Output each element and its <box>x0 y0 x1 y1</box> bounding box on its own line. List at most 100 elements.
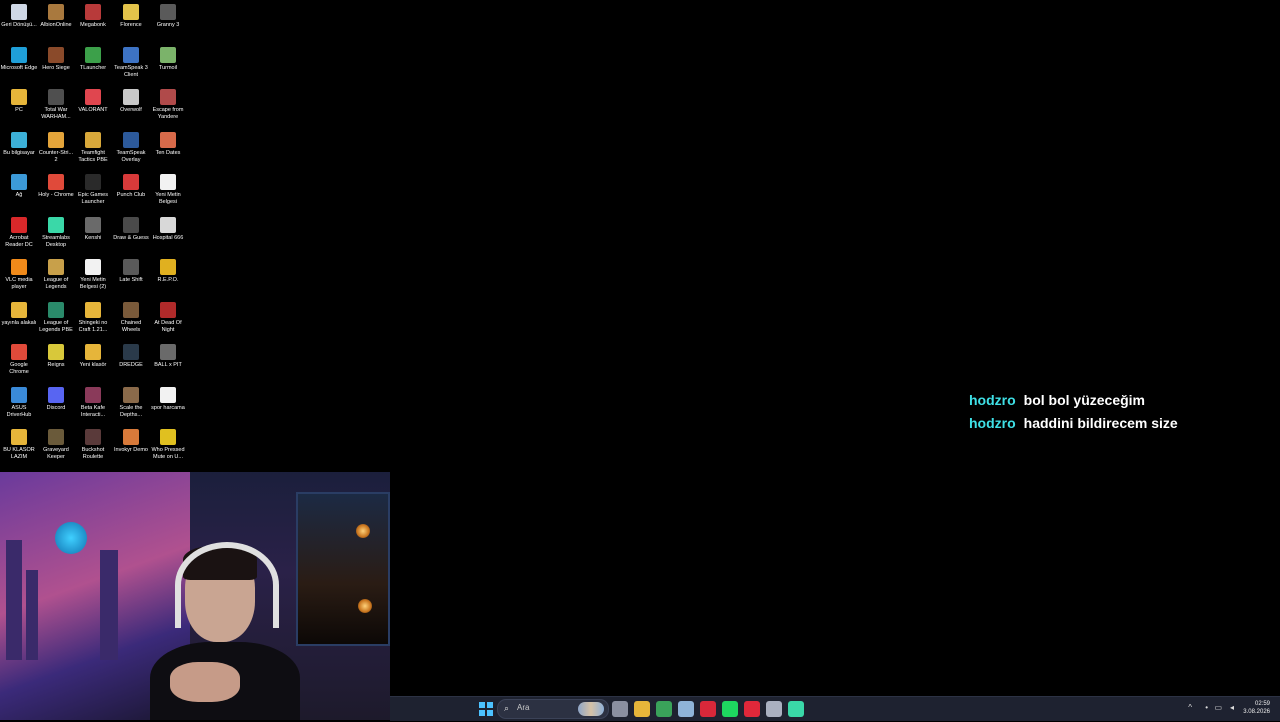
app-icon <box>160 4 176 20</box>
desktop-icon[interactable]: Geri Dönüşü... <box>0 0 38 29</box>
chevron-up-icon[interactable]: ^ <box>1188 703 1192 712</box>
app-icon <box>48 301 64 318</box>
desktop-icon[interactable]: Microsoft Edge <box>0 43 38 72</box>
desktop-icon[interactable]: PC <box>0 85 38 114</box>
desktop-icon[interactable]: Acrobat Reader DC <box>0 213 38 249</box>
desktop-icon[interactable]: Epic Games Launcher <box>74 170 112 206</box>
desktop-icon[interactable]: Yeni klasör <box>74 340 112 369</box>
desktop-icon[interactable]: Yeni Metin Belgesi <box>149 170 187 206</box>
desktop-icon-label: Yeni Metin Belgesi (2) <box>79 277 107 290</box>
desktop-icon[interactable]: Turmoil <box>149 43 187 72</box>
desktop-icon[interactable]: Chained Wheels <box>112 298 150 334</box>
taskbar-app-streamlabs[interactable] <box>788 701 804 717</box>
desktop-icon[interactable]: Megabonk <box>74 0 112 29</box>
taskbar-app-spotify[interactable] <box>722 701 738 717</box>
taskbar-app-chrome[interactable] <box>656 701 672 717</box>
desktop-icon[interactable]: BU KLASÖR LAZIM <box>0 425 38 461</box>
desktop-icon[interactable]: Hero Siege <box>37 43 75 72</box>
app-icon <box>11 4 27 20</box>
desktop-icon[interactable]: Shingeki no Craft 1.21... <box>74 298 112 334</box>
taskbar-clock[interactable]: 02:59 3.08.2026 <box>1243 700 1270 716</box>
desktop-icon[interactable]: Scale the Depths... <box>112 383 150 419</box>
taskbar-app-red-app[interactable] <box>744 701 760 717</box>
desktop-icon[interactable]: Counter-Stri... 2 <box>37 128 75 164</box>
desktop-icon[interactable]: spor harcama <box>149 383 187 412</box>
desktop-icon[interactable]: Graveyard Keeper <box>37 425 75 461</box>
stream-chat-overlay: hodzro bol bol yüzeceğim hodzro haddini bi… <box>969 392 1269 438</box>
desktop-icon[interactable]: TeamSpeak 3 Client <box>112 43 150 79</box>
app-icon <box>11 89 27 105</box>
app-icon <box>48 46 64 63</box>
desktop-icon[interactable]: Google Chrome <box>0 340 38 376</box>
desktop-icon[interactable]: Florence <box>112 0 150 29</box>
desktop-icon[interactable]: Streamlabs Desktop <box>37 213 75 249</box>
clock-date: 3.08.2026 <box>1243 709 1270 715</box>
shelf-lamp <box>356 524 370 538</box>
mic-icon[interactable]: • <box>1205 703 1208 712</box>
desktop-icon[interactable]: BALL x PIT <box>149 340 187 369</box>
desktop-icon[interactable]: Late Shift <box>112 255 150 284</box>
taskbar-app-settings[interactable] <box>766 701 782 717</box>
app-icon <box>85 301 101 318</box>
desktop-icon[interactable]: TLauncher <box>74 43 112 72</box>
desktop-icon[interactable]: Kenshi <box>74 213 112 242</box>
desktop-icon[interactable]: Ten Dates <box>149 128 187 157</box>
desktop-icon[interactable]: Hospital 666 <box>149 213 187 242</box>
desktop-icon[interactable]: R.E.P.O. <box>149 255 187 284</box>
desktop-icon[interactable]: Teamfight Tactics PBE <box>74 128 112 164</box>
app-icon <box>160 89 176 105</box>
windows-icon <box>479 702 493 716</box>
network-icon[interactable]: ▭ <box>1214 703 1222 712</box>
desktop-icon-label: Hero Siege <box>42 64 70 71</box>
taskbar-search[interactable]: ⌕ Ara <box>497 699 609 719</box>
desktop-icon[interactable]: ASUS DriverHub <box>0 383 38 419</box>
desktop-icon-label: Geri Dönüşü... <box>1 22 37 28</box>
app-icon <box>11 174 27 190</box>
app-icon <box>160 301 176 318</box>
desktop-icon-label: ASUS DriverHub <box>6 404 32 418</box>
desktop-icon[interactable]: Punch Club <box>112 170 150 199</box>
volume-icon[interactable]: ◂ <box>1230 703 1234 712</box>
desktop-icon[interactable]: Invokyr Demo <box>112 425 150 454</box>
desktop-icon[interactable]: League of Legends PBE <box>37 298 75 334</box>
desktop-icon-label: League of Legends <box>43 277 69 290</box>
taskbar-app-opera[interactable] <box>700 701 716 717</box>
desktop-icon[interactable]: Discord <box>37 383 75 412</box>
desktop-icon-label: Florence <box>120 22 142 28</box>
chat-text: bol bol yüzeceğim <box>1023 392 1146 408</box>
app-icon <box>85 386 101 403</box>
desktop-icon[interactable]: Yeni Metin Belgesi (2) <box>74 255 112 291</box>
desktop-icon[interactable]: Ağ <box>0 170 38 199</box>
desktop-icon-label: Bu bilgisayar <box>3 149 35 156</box>
desktop-icon[interactable]: Total War WARHAM... <box>37 85 75 121</box>
desktop-icon[interactable]: At Dead Of Night <box>149 298 187 334</box>
desktop-icon-label: Yeni klasör <box>79 362 107 368</box>
desktop-icon[interactable]: Who Pressed Mute on U... <box>149 425 187 461</box>
desktop-icon[interactable]: Escape from Yandere <box>149 85 187 121</box>
desktop-icon[interactable]: Draw & Guess <box>112 213 150 242</box>
desktop-icon[interactable]: DREDGE <box>112 340 150 369</box>
app-icon <box>160 344 176 360</box>
desktop-icon[interactable]: Reigns <box>37 340 75 369</box>
desktop-icon[interactable]: VLC media player <box>0 255 38 291</box>
start-button[interactable] <box>478 701 494 717</box>
taskbar-app-file-manager[interactable] <box>612 701 628 717</box>
desktop-icon[interactable]: Overwolf <box>112 85 150 114</box>
webcam-art-building <box>6 540 22 660</box>
desktop-icon[interactable]: AlbionOnline <box>37 0 75 29</box>
desktop-icon[interactable]: Beta Kafe Interacti... <box>74 383 112 419</box>
desktop-icon-label: League of Legends PBE <box>39 319 73 333</box>
desktop-icon[interactable]: yayınla alakalı <box>0 298 38 327</box>
desktop-icon[interactable]: Holy - Chrome <box>37 170 75 199</box>
desktop-icon[interactable]: VALORANT <box>74 85 112 114</box>
chat-message: hodzro haddini bildirecem size <box>969 415 1269 438</box>
desktop-icon[interactable]: League of Legends <box>37 255 75 291</box>
desktop-icon-label: Total War WARHAM... <box>41 107 71 120</box>
taskbar-app-steam[interactable] <box>678 701 694 717</box>
taskbar-app-file-explorer[interactable] <box>634 701 650 717</box>
desktop-icon[interactable]: Buckshot Roulette <box>74 425 112 461</box>
desktop-icon[interactable]: TeamSpeak Overlay <box>112 128 150 164</box>
desktop-icon[interactable]: Granny 3 <box>149 0 187 29</box>
desktop-icon-label: PC <box>15 107 23 113</box>
desktop-icon[interactable]: Bu bilgisayar <box>0 128 38 157</box>
